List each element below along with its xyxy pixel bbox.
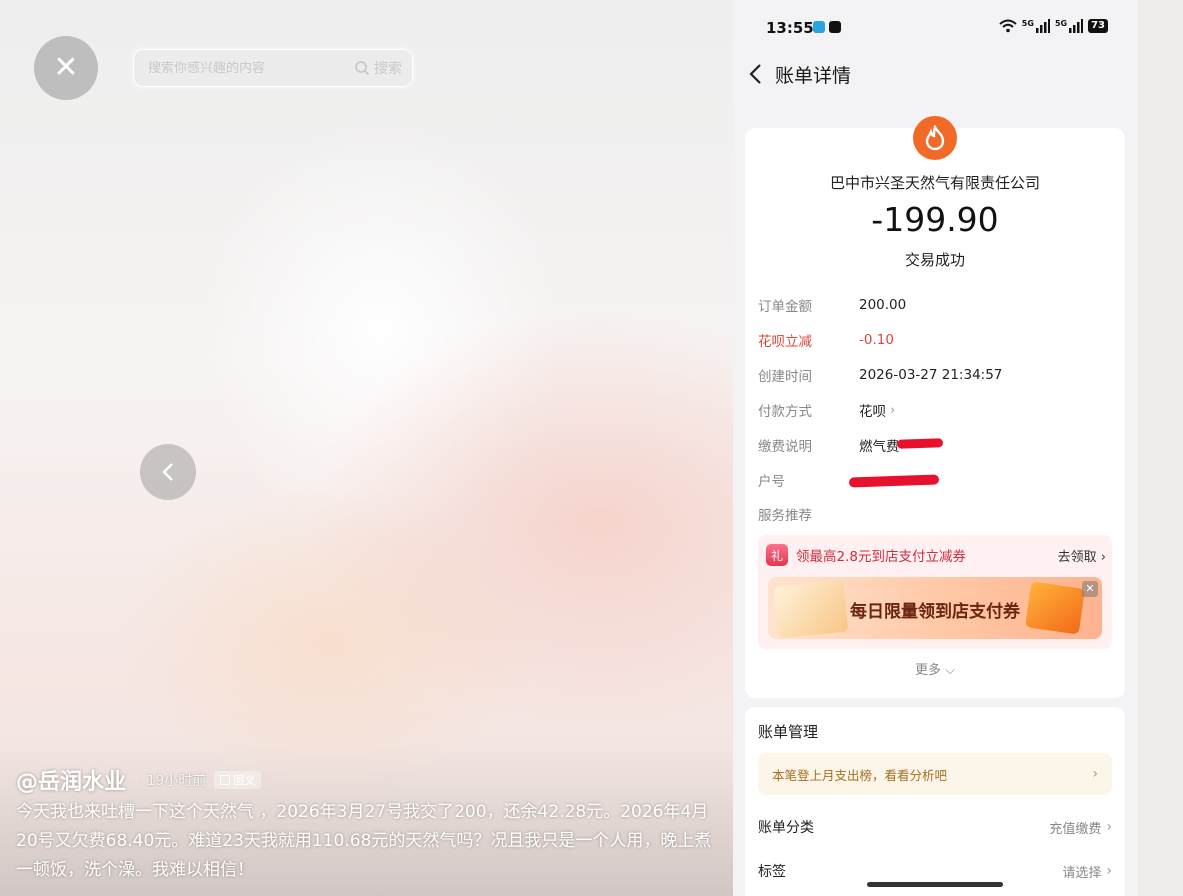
gift-icon: 礼: [766, 544, 788, 566]
chevron-right-icon: ›: [1106, 863, 1112, 879]
previous-image-button[interactable]: [140, 444, 196, 500]
status-bar: 13:55 5G 5G 73: [733, 0, 1138, 50]
banner-close-icon[interactable]: ✕: [1082, 581, 1098, 597]
post-time: 19小时前: [146, 773, 207, 789]
merchant-logo: [913, 116, 957, 160]
section-title: 账单管理: [758, 723, 819, 741]
more-label: 更多: [914, 663, 941, 678]
detail-row-account-number: 户号: [758, 470, 859, 490]
bill-management-card: 账单管理 本笔登上月支出榜，看看分析吧 › 账单分类 充值缴费 › 标签 请选择…: [745, 707, 1125, 896]
more-button[interactable]: 更多 ⌵: [745, 659, 1125, 678]
wifi-icon: [999, 19, 1017, 33]
detail-row-payment-note: 缴费说明 燃气费: [758, 435, 900, 455]
promo-text: 领最高2.8元到店支付立减券: [796, 549, 966, 565]
post-text: 今天我也来吐槽一下这个天然气 ，2026年3月27号我交了200，还余42.28…: [16, 802, 712, 880]
bill-amount: -199.90: [871, 200, 999, 239]
claim-coupon-label: 去领取: [1057, 549, 1097, 565]
search-input[interactable]: [148, 60, 354, 76]
chevron-right-icon: ›: [890, 402, 896, 418]
insight-text: 本笔登上月支出榜，看看分析吧: [772, 767, 948, 783]
detail-value: -0.10: [859, 332, 894, 348]
detail-value: 200.00: [859, 297, 907, 313]
chevron-left-icon: [162, 463, 173, 481]
network-label-2: 5G: [1054, 19, 1068, 28]
network-label-1: 5G: [1021, 19, 1034, 28]
telegram-icon: [813, 21, 825, 33]
promo-box: 礼 领最高2.8元到店支付立减券 去领取 › 每日限量领到店支付券 ✕: [758, 535, 1112, 649]
post-type-tag: 图文: [214, 771, 262, 789]
status-time: 13:55: [766, 19, 814, 37]
redaction-mark: [896, 438, 944, 449]
bill-detail-card: 巴中市兴圣天然气有限责任公司 -199.90 交易成功 订单金额 200.00 …: [745, 116, 1125, 698]
close-icon: ✕: [53, 50, 79, 85]
separator-dot: ·: [134, 772, 139, 788]
row-label: 标签: [758, 864, 786, 880]
detail-row-order-amount: 订单金额 200.00: [758, 295, 906, 315]
detail-label: 缴费说明: [758, 439, 812, 455]
promo-banner[interactable]: 每日限量领到店支付券 ✕: [768, 577, 1102, 639]
row-value: 充值缴费: [1049, 821, 1102, 837]
transaction-status: 交易成功: [904, 251, 965, 269]
row-value: 请选择: [1062, 865, 1102, 881]
post-caption: @岳润水业 · 19小时前 图文 今天我也来吐槽一下这个天然气 ，2026年3月…: [0, 744, 733, 896]
nav-bar: 账单详情: [733, 52, 1138, 96]
close-button[interactable]: ✕: [34, 36, 98, 100]
battery-indicator: 73: [1088, 19, 1108, 33]
detail-row-payment-method[interactable]: 付款方式 花呗 ›: [758, 400, 896, 421]
phone-screenshot: 13:55 5G 5G 73 账单详情 巴中市兴圣天然气有限责任公司 -199.…: [733, 0, 1138, 896]
detail-row-created-time: 创建时间 2026-03-27 21:34:57: [758, 365, 1002, 385]
author-name[interactable]: @岳润水业: [16, 764, 126, 796]
back-arrow-icon[interactable]: [745, 61, 767, 87]
detail-value: 花呗: [859, 404, 886, 420]
chevron-right-icon: ›: [1106, 819, 1112, 835]
banner-text: 每日限量领到店支付券: [850, 602, 1020, 622]
signal-icon-2: [1069, 19, 1084, 33]
spending-insight-banner[interactable]: 本笔登上月支出榜，看看分析吧 ›: [758, 753, 1112, 795]
status-app-icons: [813, 21, 841, 33]
detail-label: 花呗立减: [758, 334, 812, 350]
detail-label: 付款方式: [758, 404, 812, 420]
row-tags[interactable]: 标签 请选择 ›: [758, 860, 1112, 882]
card-illustration: [1025, 581, 1085, 635]
search-box[interactable]: 搜索: [133, 49, 413, 87]
search-icon: [355, 61, 370, 76]
detail-label: 订单金额: [758, 299, 812, 315]
redaction-mark: [848, 474, 940, 488]
background-edge: [1138, 0, 1183, 896]
page-title: 账单详情: [775, 65, 852, 87]
detail-label: 创建时间: [758, 369, 812, 385]
chevron-down-icon: ⌵: [945, 663, 955, 678]
merchant-name: 巴中市兴圣天然气有限责任公司: [829, 174, 1040, 192]
search-button[interactable]: 搜索: [354, 58, 402, 78]
author-row: @岳润水业 · 19小时前 图文: [16, 764, 262, 796]
home-indicator: [867, 882, 1003, 887]
row-bill-category[interactable]: 账单分类 充值缴费 ›: [758, 816, 1112, 838]
detail-value: 燃气费: [859, 439, 900, 455]
coupon-illustration: [773, 579, 849, 639]
detail-label: 户号: [758, 474, 785, 490]
claim-coupon-link[interactable]: 去领取 ›: [1058, 546, 1106, 565]
detail-row-huabei-discount: 花呗立减 -0.10: [758, 330, 894, 350]
image-text-icon: [220, 775, 231, 785]
search-button-label: 搜索: [374, 61, 402, 77]
row-label: 账单分类: [758, 820, 814, 836]
flame-icon: [925, 125, 945, 151]
detail-value: 2026-03-27 21:34:57: [859, 367, 1003, 383]
chevron-right-icon: ›: [1092, 766, 1098, 782]
tiktok-icon: [829, 21, 841, 33]
post-type-label: 图文: [233, 774, 256, 787]
promo-row[interactable]: 礼 领最高2.8元到店支付立减券 去领取 ›: [766, 544, 1106, 566]
signal-icon: [1035, 19, 1050, 33]
detail-label: 服务推荐: [758, 508, 812, 524]
status-indicators: 5G 5G 73: [999, 19, 1108, 33]
detail-row-service-recommend: 服务推荐: [758, 504, 859, 524]
